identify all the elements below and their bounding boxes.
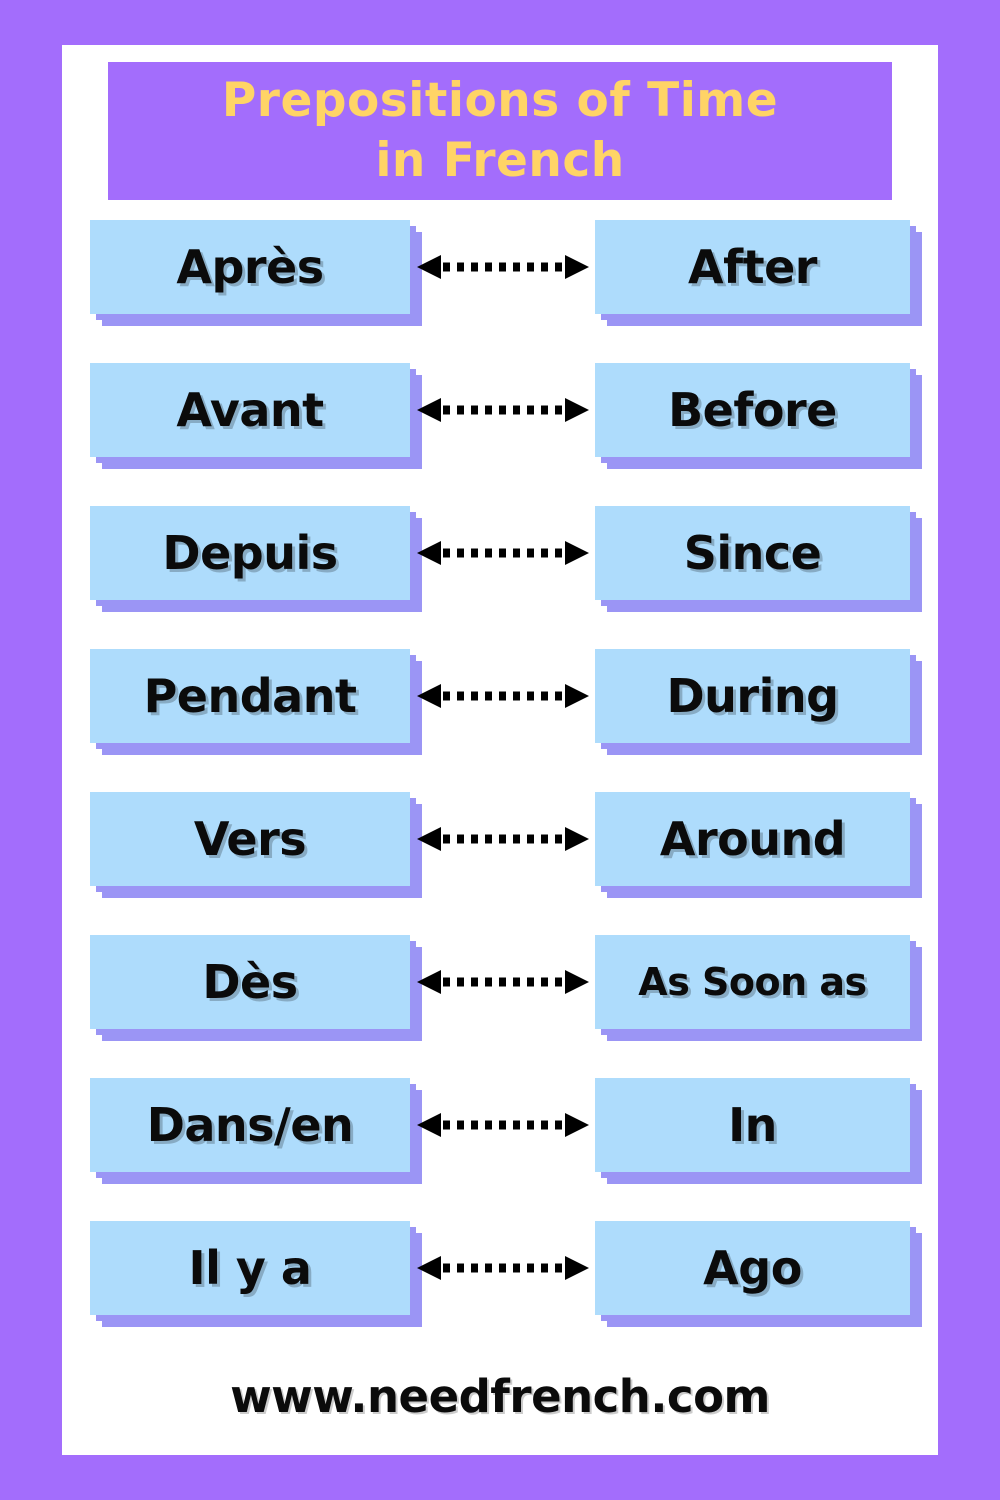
title-banner: Prepositions of Time in French — [108, 62, 892, 200]
french-term-label: Il y a — [188, 1241, 312, 1295]
english-term-box: Since — [595, 506, 922, 612]
preposition-pair-row: Depuis Since — [62, 506, 938, 649]
english-term-box: Around — [595, 792, 922, 898]
french-term-label: Avant — [176, 383, 324, 437]
french-term-box: Avant — [90, 363, 422, 469]
preposition-pair-row: Dès As Soon as — [62, 935, 938, 1078]
preposition-pair-row: Avant Before — [62, 363, 938, 506]
english-term-label: After — [688, 240, 818, 294]
page-title-line-1: Prepositions of Time — [221, 72, 779, 128]
website-url-label: www.needfrench.com — [230, 1370, 770, 1423]
english-term-box: In — [595, 1078, 922, 1184]
double-headed-dotted-arrow-icon — [417, 968, 589, 996]
english-term-label: Ago — [703, 1241, 802, 1295]
english-term-box: Before — [595, 363, 922, 469]
french-term-label: Dès — [202, 955, 298, 1009]
french-term-box: Vers — [90, 792, 422, 898]
english-term-label: Around — [659, 812, 846, 866]
preposition-pairs-list: Après After Avant Before Depuis Since Pe… — [62, 220, 938, 1364]
double-headed-dotted-arrow-icon — [417, 1254, 589, 1282]
english-term-label: During — [666, 669, 839, 723]
french-term-box: Pendant — [90, 649, 422, 755]
double-headed-dotted-arrow-icon — [417, 396, 589, 424]
preposition-pair-row: Dans/en In — [62, 1078, 938, 1221]
preposition-pair-row: Après After — [62, 220, 938, 363]
english-term-label: Before — [668, 383, 837, 437]
double-headed-dotted-arrow-icon — [417, 682, 589, 710]
english-term-label: In — [728, 1098, 777, 1152]
double-headed-dotted-arrow-icon — [417, 539, 589, 567]
english-term-box: During — [595, 649, 922, 755]
french-term-label: Dans/en — [146, 1098, 354, 1152]
double-headed-dotted-arrow-icon — [417, 253, 589, 281]
double-headed-dotted-arrow-icon — [417, 825, 589, 853]
preposition-pair-row: Pendant During — [62, 649, 938, 792]
french-term-label: Pendant — [143, 669, 357, 723]
french-term-label: Après — [176, 240, 324, 294]
french-term-label: Depuis — [162, 526, 338, 580]
poster-canvas: Prepositions of Time in French Après Aft… — [0, 0, 1000, 1500]
english-term-box: After — [595, 220, 922, 326]
poster-panel: Prepositions of Time in French Après Aft… — [62, 45, 938, 1455]
french-term-label: Vers — [193, 812, 307, 866]
french-term-box: Dès — [90, 935, 422, 1041]
english-term-box: As Soon as — [595, 935, 922, 1041]
french-term-box: Depuis — [90, 506, 422, 612]
french-term-box: Après — [90, 220, 422, 326]
page-title-line-2: in French — [375, 133, 625, 188]
english-term-label: Since — [683, 526, 822, 580]
french-term-box: Dans/en — [90, 1078, 422, 1184]
french-term-box: Il y a — [90, 1221, 422, 1327]
english-term-label: As Soon as — [638, 960, 867, 1004]
preposition-pair-row: Vers Around — [62, 792, 938, 935]
footer: www.needfrench.com — [62, 1370, 938, 1423]
preposition-pair-row: Il y a Ago — [62, 1221, 938, 1364]
double-headed-dotted-arrow-icon — [417, 1111, 589, 1139]
english-term-box: Ago — [595, 1221, 922, 1327]
